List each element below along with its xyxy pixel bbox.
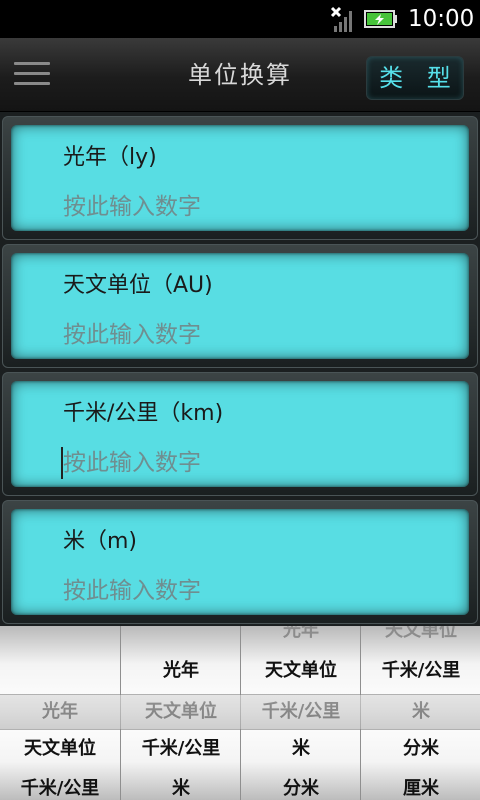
unit-picker[interactable]: 光年 天文单位 千米/公里 光年 天文单位 千米/公里 米 光年 天文单位 千米… [0, 626, 480, 800]
converter-panel: 千米/公里（km) [11, 381, 469, 487]
signal-icon [330, 6, 352, 32]
number-input[interactable] [63, 573, 443, 609]
type-button[interactable]: 类 型 [366, 56, 464, 100]
converter-card-m: 米（m) [2, 500, 478, 624]
picker-item[interactable]: 米 [121, 770, 240, 800]
unit-label: 光年（ly) [63, 145, 157, 170]
picker-item[interactable]: 千米/公里 [361, 652, 480, 690]
unit-label: 米（m) [63, 529, 138, 554]
battery-charging-icon [364, 10, 397, 28]
picker-item[interactable]: 天文单位 [361, 626, 480, 650]
picker-item[interactable] [0, 650, 120, 688]
status-bar: 10:00 [0, 0, 480, 38]
picker-item[interactable] [121, 626, 240, 650]
picker-item[interactable]: 光年 [241, 626, 360, 650]
picker-item[interactable] [0, 626, 120, 650]
picker-item[interactable]: 天文单位 [121, 693, 240, 731]
picker-column[interactable]: 天文单位 千米/公里 米 分米 厘米 [360, 626, 480, 800]
converter-card-au: 天文单位（AU) [2, 244, 478, 368]
picker-item[interactable]: 米 [241, 730, 360, 768]
hamburger-menu-icon[interactable] [14, 62, 50, 90]
picker-item[interactable]: 光年 [121, 652, 240, 690]
number-input[interactable] [63, 317, 443, 353]
unit-label: 天文单位（AU) [63, 273, 213, 298]
picker-column[interactable]: 光年 天文单位 千米/公里 米 分米 [240, 626, 360, 800]
picker-column[interactable]: 光年 天文单位 千米/公里 [0, 626, 120, 800]
picker-item[interactable]: 厘米 [361, 770, 480, 800]
converter-card-light-year: 光年（ly) [2, 116, 478, 240]
converter-panel: 天文单位（AU) [11, 253, 469, 359]
picker-column[interactable]: 光年 天文单位 千米/公里 米 [120, 626, 240, 800]
picker-item[interactable]: 千米/公里 [121, 730, 240, 768]
number-input[interactable] [63, 189, 443, 225]
picker-item[interactable]: 千米/公里 [241, 693, 360, 731]
text-cursor [61, 447, 63, 479]
picker-item[interactable]: 分米 [241, 770, 360, 800]
picker-item[interactable]: 千米/公里 [0, 770, 120, 800]
picker-item[interactable]: 分米 [361, 730, 480, 768]
picker-item[interactable]: 米 [361, 693, 480, 731]
converter-panel: 光年（ly) [11, 125, 469, 231]
converter-list: 光年（ly) 天文单位（AU) 千米/公里（km) 米（m) [0, 112, 480, 626]
unit-label: 千米/公里（km) [63, 401, 224, 426]
picker-item[interactable]: 天文单位 [241, 652, 360, 690]
app-header: 单位换算 类 型 [0, 38, 480, 112]
picker-item[interactable]: 天文单位 [0, 730, 120, 768]
clock: 10:00 [408, 6, 475, 32]
picker-item[interactable]: 光年 [0, 693, 120, 731]
converter-card-km: 千米/公里（km) [2, 372, 478, 496]
number-input[interactable] [63, 445, 443, 481]
converter-panel: 米（m) [11, 509, 469, 615]
